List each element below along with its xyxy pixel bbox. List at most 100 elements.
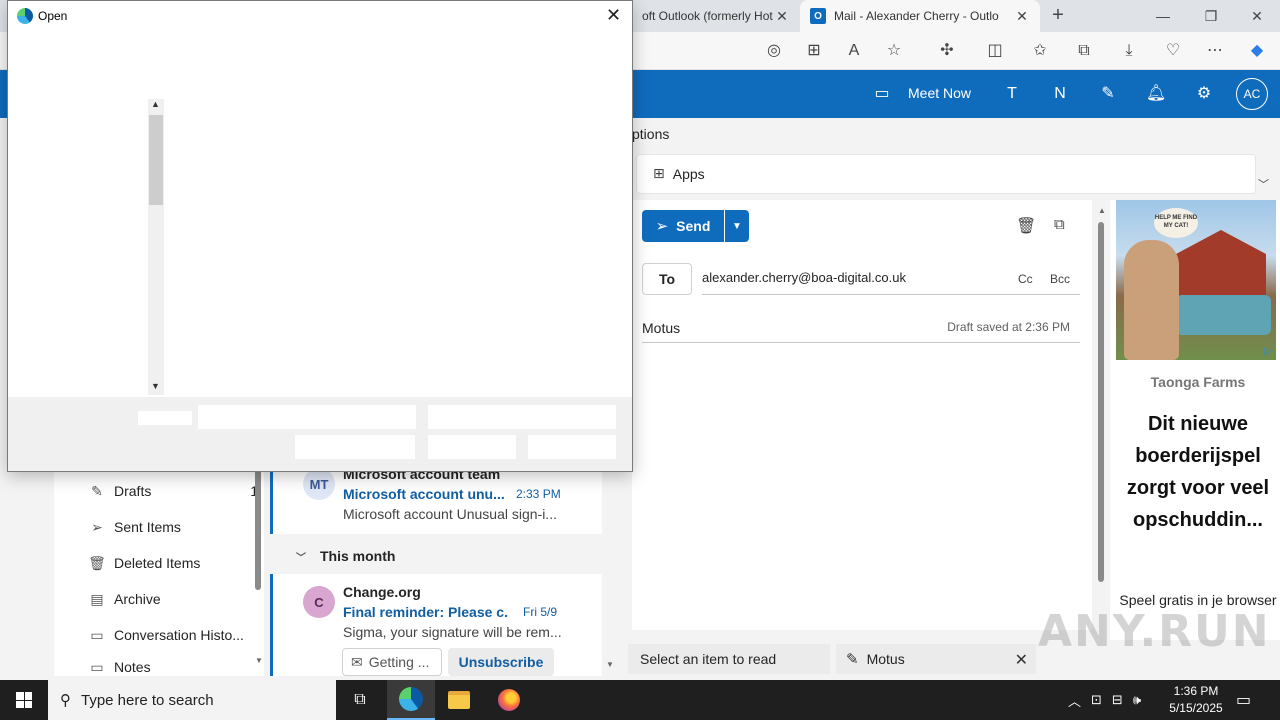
ad-panel[interactable]: HELP ME FIND MY CAT! ▷ Taonga Farms Dit …	[1110, 200, 1280, 640]
scroll-thumb[interactable]	[149, 115, 163, 205]
device-icon[interactable]: ⊡	[1091, 692, 1102, 708]
firefox-taskbar-button[interactable]	[485, 680, 533, 720]
more-icon[interactable]: ⋯	[1204, 40, 1226, 62]
cancel-button[interactable]	[528, 435, 616, 459]
compose-scrollbar[interactable]	[1098, 222, 1104, 582]
network-icon[interactable]: ⊟	[1112, 692, 1123, 708]
folder-conversation-history[interactable]: ▭ Conversation Histo...	[88, 623, 258, 647]
clock-date: 5/15/2025	[1169, 701, 1223, 715]
message-subject: Final reminder: Please c...	[343, 604, 508, 620]
unsubscribe-button[interactable]: Unsubscribe	[448, 648, 554, 676]
tab-outlook-hotmail[interactable]: oft Outlook (formerly Hot ✕	[632, 0, 800, 32]
task-view-button[interactable]: ⧉	[336, 680, 384, 720]
scroll-down-icon[interactable]: ▼	[255, 656, 263, 665]
folder-deleted-items[interactable]: 🗑︎ Deleted Items	[88, 551, 258, 575]
close-window-button[interactable]: ✕	[1234, 0, 1280, 32]
downloads-icon[interactable]: ⤓	[1118, 40, 1140, 62]
folder-drafts[interactable]: ✎ Drafts 1	[88, 479, 258, 503]
edge-icon	[17, 8, 33, 24]
start-button[interactable]	[0, 680, 48, 720]
minimize-button[interactable]: —	[1140, 0, 1186, 32]
collections-icon[interactable]: ⧉	[1073, 40, 1095, 62]
ad-choices-icon[interactable]: ▷	[1264, 346, 1272, 357]
onenote-icon[interactable]: N	[1048, 82, 1072, 106]
ad-image[interactable]: HELP ME FIND MY CAT!	[1116, 200, 1276, 360]
archive-icon: ▤	[90, 590, 104, 607]
favorite-icon[interactable]: ☆	[883, 40, 905, 62]
scroll-down-icon[interactable]: ▼	[606, 660, 614, 669]
performance-icon[interactable]: ♡	[1162, 40, 1184, 62]
subject-field[interactable]: Motus	[642, 320, 680, 336]
scroll-up-icon[interactable]: ▲	[151, 99, 160, 109]
teams-icon[interactable]: T	[1000, 82, 1024, 106]
trash-icon: 🗑︎	[88, 554, 106, 571]
open-button[interactable]	[428, 435, 516, 459]
system-tray: ︿ ⊡ ⊟ 🕪︎	[1068, 680, 1151, 720]
puzzle-icon[interactable]: ✣	[936, 40, 958, 62]
chevron-down-icon[interactable]: ﹀	[1258, 176, 1269, 192]
folder-scrollbar[interactable]	[255, 470, 261, 590]
file-type-select[interactable]	[428, 405, 616, 429]
firefox-icon	[498, 689, 520, 711]
close-icon[interactable]: ✕	[1015, 650, 1028, 670]
split-screen-icon[interactable]: ◫	[984, 40, 1006, 62]
bell-icon[interactable]: 🔔︎	[1144, 82, 1168, 106]
restore-button[interactable]: ❐	[1188, 0, 1234, 32]
avatar[interactable]: AC	[1236, 78, 1268, 110]
extensions-icon[interactable]: ⊞	[803, 40, 825, 62]
tab-options[interactable]: ptions	[632, 126, 669, 142]
volume-icon[interactable]: 🕪︎	[1133, 692, 1141, 708]
close-icon[interactable]: ✕	[1014, 8, 1030, 25]
folder-sent-items[interactable]: ➢ Sent Items	[88, 515, 258, 539]
chevron-down-icon: ﹀	[296, 552, 306, 564]
edge-taskbar-button[interactable]	[387, 680, 435, 720]
popout-icon[interactable]: ⧉	[1054, 216, 1065, 233]
list-item[interactable]: MT Microsoft account team Microsoft acco…	[270, 466, 602, 534]
draft-tab[interactable]: ✎ Motus ✕	[836, 644, 1036, 674]
dialog-tools-button[interactable]	[295, 435, 415, 459]
file-explorer-taskbar-button[interactable]	[435, 680, 483, 720]
meet-now-button[interactable]: Meet Now	[908, 85, 971, 101]
search-input[interactable]: ⚲ Type here to search	[48, 680, 336, 720]
send-options-dropdown[interactable]: ▼	[725, 210, 749, 242]
message-time: Fri 5/9	[523, 605, 558, 619]
close-icon[interactable]: ✕	[774, 8, 790, 25]
read-aloud-icon[interactable]: A	[843, 40, 865, 62]
tracking-icon[interactable]: ◎	[763, 40, 785, 62]
folder-archive[interactable]: ▤ Archive	[88, 587, 258, 611]
todo-icon[interactable]: ✎	[1096, 82, 1120, 106]
edge-icon	[399, 687, 423, 711]
getting-started-chip[interactable]: ✉ Getting ...	[342, 648, 442, 676]
pencil-icon: ✎	[846, 651, 859, 668]
search-icon: ⚲	[60, 692, 71, 709]
scroll-down-icon[interactable]: ▼	[151, 381, 160, 391]
message-preview: Microsoft account Unusual sign-i...	[343, 506, 557, 522]
folder-pane: ✎ Drafts 1 ➢ Sent Items 🗑︎ Deleted Items…	[54, 470, 264, 676]
close-icon[interactable]: ✕	[606, 5, 621, 26]
apps-button[interactable]: ⊞ Apps	[653, 165, 705, 182]
avatar: MT	[303, 468, 335, 500]
reading-pane-tab[interactable]: Select an item to read	[628, 644, 830, 674]
chevron-up-icon[interactable]: ︿	[1068, 691, 1081, 710]
scroll-up-icon[interactable]: ▲	[1098, 206, 1106, 215]
favorites-icon[interactable]: ✩	[1029, 40, 1051, 62]
group-header[interactable]: ﹀ This month	[270, 540, 602, 572]
folder-notes[interactable]: ▭ Notes	[88, 659, 258, 675]
to-field[interactable]: alexander.cherry@boa-digital.co.uk	[702, 270, 906, 285]
gear-icon[interactable]: ⚙	[1192, 82, 1216, 106]
trash-icon[interactable]: 🗑︎	[1016, 216, 1036, 236]
video-icon[interactable]: ▭	[870, 82, 894, 106]
tab-title: oft Outlook (formerly Hot	[642, 9, 773, 23]
notification-icon[interactable]: ▭	[1236, 690, 1251, 710]
new-tab-button[interactable]: +	[1046, 4, 1070, 28]
clock[interactable]: 1:36 PM 5/15/2025	[1164, 683, 1228, 717]
copilot-icon[interactable]: ◆	[1246, 40, 1268, 62]
tab-mail[interactable]: O Mail - Alexander Cherry - Outlo ✕	[800, 0, 1040, 32]
bcc-button[interactable]: Bcc	[1050, 272, 1070, 286]
to-button[interactable]: To	[642, 263, 692, 295]
ad-headline[interactable]: Dit nieuwe boerderijspel zorgt voor veel…	[1116, 408, 1280, 536]
filename-input[interactable]	[198, 405, 416, 429]
folder-label: Archive	[114, 591, 161, 607]
cc-button[interactable]: Cc	[1018, 272, 1033, 286]
send-button[interactable]: ➢ Send	[642, 210, 724, 242]
